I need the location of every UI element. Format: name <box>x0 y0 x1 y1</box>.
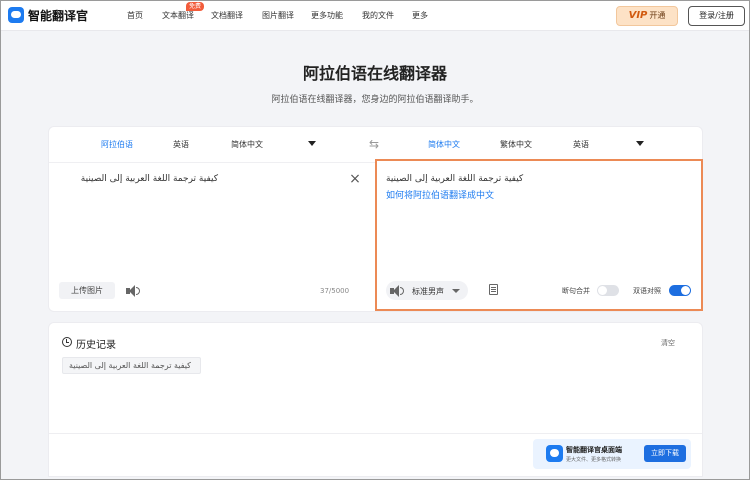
target-lang-simplified-chinese[interactable]: 简体中文 <box>428 139 460 150</box>
vip-button[interactable]: VIP 开通 <box>616 6 678 26</box>
nav-item-home[interactable]: 首页 <box>127 10 143 21</box>
history-title: 历史记录 <box>76 340 116 351</box>
vip-logo: VIP <box>628 10 648 21</box>
source-lang-english[interactable]: 英语 <box>173 139 189 150</box>
merge-sentences-toggle[interactable] <box>597 285 619 296</box>
download-now-button[interactable]: 立即下载 <box>644 445 686 462</box>
bilingual-toggle[interactable] <box>669 285 691 296</box>
history-divider <box>49 433 702 434</box>
nav-item-doc-translate[interactable]: 文档翻译 <box>211 10 243 21</box>
login-button[interactable]: 登录/注册 <box>688 6 745 26</box>
desktop-app-icon <box>546 445 563 462</box>
brand-name[interactable]: 智能翻译官 <box>28 7 88 24</box>
lang-bar-divider <box>49 162 375 163</box>
promo-subtitle: 更大文件、更多格式转换 <box>566 457 622 463</box>
clear-icon[interactable]: × <box>348 172 362 186</box>
history-clear-button[interactable]: 清空 <box>661 338 675 348</box>
target-lang-english[interactable]: 英语 <box>573 139 589 150</box>
swap-languages-icon[interactable]: ⇆ <box>369 137 379 151</box>
upload-image-button[interactable]: 上传图片 <box>59 282 115 299</box>
merge-sentences-label: 断句合并 <box>562 287 590 295</box>
source-lang-chinese[interactable]: 简体中文 <box>231 139 263 150</box>
promo-title: 智能翻译官桌面端 <box>566 446 622 454</box>
history-item[interactable]: كيفية ترجمة اللغة العربية إلى الصينية <box>62 357 201 374</box>
voice-label[interactable]: 标准男声 <box>412 286 444 297</box>
source-lang-dropdown-icon[interactable] <box>308 141 316 146</box>
source-text-input[interactable]: كيفية ترجمة اللغة العربية إلى الصينية <box>58 174 218 184</box>
nav-item-my-files[interactable]: 我的文件 <box>362 10 394 21</box>
history-item-text: كيفية ترجمة اللغة العربية إلى الصينية <box>69 361 191 370</box>
target-source-echo: كيفية ترجمة اللغة العربية إلى الصينية <box>386 174 524 184</box>
bilingual-label: 双语对照 <box>633 287 661 295</box>
nav-item-text-translate[interactable]: 文本翻译 <box>162 10 194 21</box>
nav-item-image-translate[interactable]: 图片翻译 <box>262 10 294 21</box>
copy-icon[interactable] <box>489 284 498 295</box>
history-clock-icon <box>62 337 72 347</box>
page-title: 阿拉伯语在线翻译器 <box>302 64 447 83</box>
target-lang-traditional-chinese[interactable]: 繁体中文 <box>500 139 532 150</box>
source-speaker-icon[interactable] <box>126 285 140 297</box>
voice-dropdown-icon[interactable] <box>452 289 460 293</box>
source-lang-arabic[interactable]: 阿拉伯语 <box>101 139 133 150</box>
logo-icon[interactable] <box>8 7 24 23</box>
char-count: 37/5000 <box>320 287 350 295</box>
vip-label: 开通 <box>649 11 666 20</box>
target-speaker-icon[interactable] <box>390 285 404 297</box>
target-lang-dropdown-icon[interactable] <box>636 141 644 146</box>
translation-output: 如何将阿拉伯语翻译成中文 <box>386 191 495 201</box>
page-subtitle: 阿拉伯语在线翻译器，您身边的阿拉伯语翻译助手。 <box>271 95 479 105</box>
nav-item-more-features[interactable]: 更多功能 <box>311 10 343 21</box>
nav-item-more[interactable]: 更多 <box>412 10 428 21</box>
free-badge: 免费 <box>186 2 205 11</box>
